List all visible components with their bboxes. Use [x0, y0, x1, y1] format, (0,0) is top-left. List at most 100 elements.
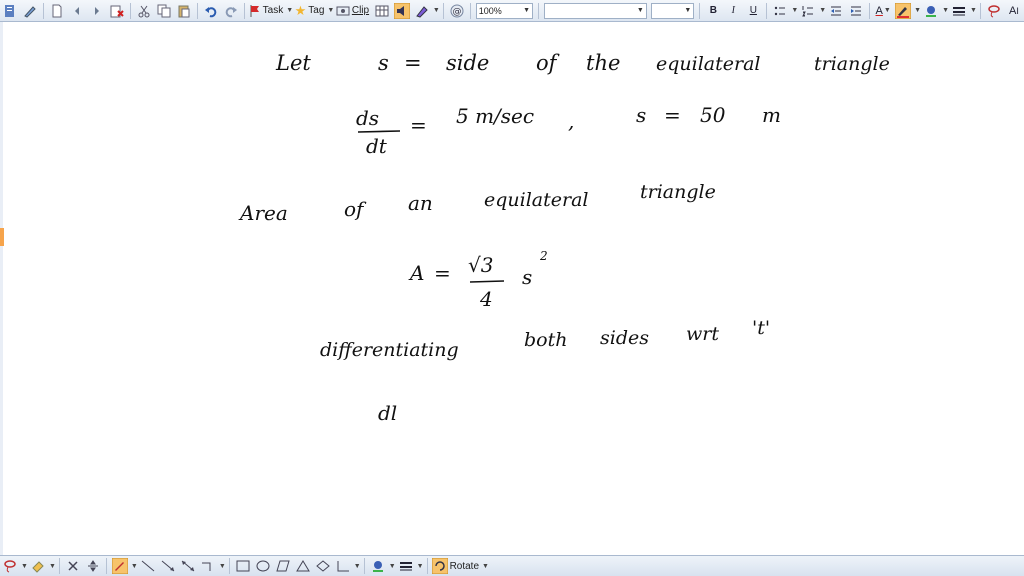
table-icon[interactable] [373, 2, 391, 20]
note-fifty: 50 [700, 103, 726, 127]
bold-button[interactable]: B [704, 2, 722, 20]
pen-tool-icon[interactable] [111, 557, 129, 575]
note-area: Area [238, 201, 288, 225]
line-style-icon[interactable] [950, 2, 968, 20]
chevron-down-icon[interactable]: ▼ [327, 7, 334, 14]
parallelogram-icon[interactable] [274, 557, 292, 575]
text-tool-button[interactable]: A I [1005, 2, 1023, 20]
task-button[interactable]: Task ▼ [249, 2, 293, 20]
chevron-down-icon: ▼ [523, 7, 531, 14]
underline-button[interactable]: U [744, 2, 762, 20]
rotate-button[interactable]: Rotate ▼ [431, 557, 489, 575]
font-color-button[interactable]: A ▼ [874, 2, 892, 20]
numbering-icon[interactable] [799, 2, 817, 20]
chevron-down-icon[interactable]: ▼ [389, 563, 396, 570]
note-t: 't' [752, 317, 770, 339]
chevron-down-icon[interactable]: ▼ [49, 563, 56, 570]
chevron-down-icon[interactable]: ▼ [819, 7, 826, 14]
font-color-label: A [875, 4, 883, 17]
insert-space-icon[interactable] [84, 557, 102, 575]
text-tool-label: A [1009, 4, 1017, 17]
chevron-down-icon[interactable]: ▼ [21, 563, 28, 570]
undo-icon[interactable] [202, 2, 220, 20]
zoom-select[interactable]: 100% ▼ [475, 2, 534, 19]
lasso-select-icon[interactable] [1, 557, 19, 575]
task-label: Task [262, 5, 284, 16]
at-icon[interactable]: @ [448, 2, 466, 20]
note-sides: sides [600, 327, 649, 349]
close-icon[interactable] [64, 557, 82, 575]
shape-line-style-icon[interactable] [397, 557, 415, 575]
menu-icon[interactable] [1, 2, 19, 20]
chevron-down-icon[interactable]: ▼ [354, 563, 361, 570]
chevron-down-icon[interactable]: ▼ [131, 563, 138, 570]
outdent-icon[interactable] [827, 2, 845, 20]
note-dl: dl [378, 401, 397, 425]
new-page-icon[interactable] [48, 2, 66, 20]
chevron-down-icon[interactable]: ▼ [791, 7, 798, 14]
indent-icon[interactable] [847, 2, 865, 20]
diamond-icon[interactable] [314, 557, 332, 575]
text-tool-suffix: I [1016, 5, 1019, 16]
chevron-down-icon[interactable]: ▼ [286, 7, 293, 14]
tag-label: Tag [308, 5, 325, 16]
chevron-down-icon[interactable]: ▼ [219, 563, 226, 570]
note-equals: = [404, 51, 422, 75]
chevron-down-icon[interactable]: ▼ [970, 7, 977, 14]
note-side: side [446, 51, 489, 75]
note-equilateral: equilateral [656, 53, 761, 75]
font-name-select[interactable]: ▼ [544, 2, 647, 19]
delete-icon[interactable] [108, 2, 126, 20]
note-comma: , [568, 109, 574, 133]
chevron-down-icon: ▼ [636, 7, 644, 14]
bullets-icon[interactable] [771, 2, 789, 20]
rectangle-icon[interactable] [234, 557, 252, 575]
pen-icon[interactable] [21, 2, 39, 20]
clip-button[interactable]: Clip [336, 2, 371, 20]
chevron-down-icon[interactable]: ▼ [914, 7, 921, 14]
double-arrow-icon[interactable] [179, 557, 197, 575]
note-triangle: triangle [814, 53, 890, 75]
highlighter-icon[interactable] [413, 2, 431, 20]
fill-color-icon[interactable] [922, 2, 940, 20]
note-canvas[interactable]: Let s = side of the equilateral triangle… [0, 22, 1024, 555]
eraser-icon[interactable] [29, 557, 47, 575]
toolbar-separator [469, 2, 471, 19]
back-icon[interactable] [68, 2, 86, 20]
note-dt: dt [366, 134, 388, 158]
fraction-bar-2 [469, 280, 505, 283]
chevron-down-icon[interactable]: ▼ [417, 563, 424, 570]
drawing-toolbar: ▼ ▼ ▼ ▼ ▼ ▼ ▼ Rotate ▼ [0, 555, 1024, 576]
toolbar-separator [699, 2, 701, 19]
toolbar-separator [766, 2, 768, 19]
connector-icon[interactable] [199, 557, 217, 575]
lasso-icon[interactable] [985, 2, 1003, 20]
page-tab-marker[interactable] [0, 228, 4, 246]
note-let: Let [275, 51, 311, 75]
font-size-select[interactable]: ▼ [650, 2, 695, 19]
pen-color-icon[interactable] [894, 2, 912, 20]
cut-icon[interactable] [135, 2, 153, 20]
triangle-icon[interactable] [294, 557, 312, 575]
line-icon[interactable] [139, 557, 157, 575]
italic-button[interactable]: I [724, 2, 742, 20]
chevron-down-icon[interactable]: ▼ [942, 7, 949, 14]
copy-icon[interactable] [155, 2, 173, 20]
redo-icon[interactable] [222, 2, 240, 20]
shape-color-icon[interactable] [369, 557, 387, 575]
note-A: A [408, 261, 424, 285]
paste-icon[interactable] [175, 2, 193, 20]
note-equilateral-2: equilateral [484, 189, 589, 211]
underline-label: U [749, 5, 757, 16]
ellipse-icon[interactable] [254, 557, 272, 575]
note-ds: ds [356, 106, 379, 130]
tag-button[interactable]: ★ Tag ▼ [295, 2, 335, 20]
forward-icon[interactable] [88, 2, 106, 20]
axis-icon[interactable] [334, 557, 352, 575]
audio-icon[interactable] [393, 2, 411, 20]
chevron-down-icon[interactable]: ▼ [433, 7, 440, 14]
arrow-icon[interactable] [159, 557, 177, 575]
chevron-down-icon: ▼ [883, 7, 891, 14]
note-equals-3: = [664, 103, 681, 127]
note-sqrt3: √3 [468, 253, 493, 277]
